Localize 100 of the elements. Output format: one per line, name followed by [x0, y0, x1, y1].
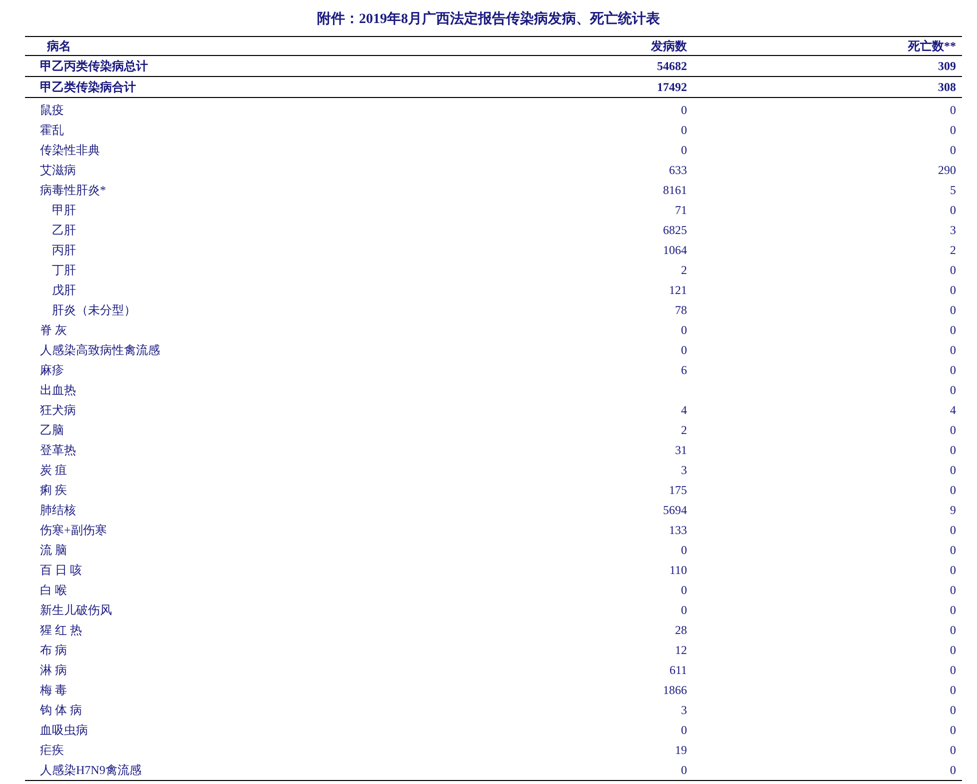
death-count: 5: [950, 182, 956, 199]
case-count: 28: [675, 622, 687, 639]
case-count: 110: [669, 562, 687, 579]
case-count: 19: [675, 742, 687, 759]
death-count: 3: [950, 222, 956, 239]
column-header: 病名: [46, 38, 71, 55]
death-count: 0: [950, 202, 956, 219]
death-count: 309: [938, 58, 956, 75]
case-count: 0: [681, 542, 687, 559]
case-count: 6825: [663, 222, 687, 239]
case-count: 0: [681, 122, 687, 139]
table-title: 附件：2019年8月广西法定报告传染病发病、死亡统计表: [317, 10, 660, 29]
disease-name: 甲乙丙类传染病总计: [39, 58, 148, 75]
death-count: 0: [950, 542, 956, 559]
disease-name: 艾滋病: [39, 162, 76, 179]
case-count: 611: [669, 662, 687, 679]
death-count: 0: [950, 562, 956, 579]
death-count: 0: [950, 722, 956, 739]
death-count: 0: [950, 582, 956, 599]
disease-name: 血吸虫病: [39, 722, 88, 739]
column-header: 发病数: [651, 38, 687, 55]
disease-name: 肝炎（未分型）: [51, 302, 136, 319]
case-count: 0: [681, 762, 687, 779]
death-count: 9: [950, 502, 956, 519]
disease-name: 疟疾: [39, 742, 64, 759]
disease-name: 伤寒+副伤寒: [39, 522, 107, 539]
disease-name: 乙肝: [51, 222, 76, 239]
disease-name: 出血热: [39, 382, 76, 399]
case-count: 1866: [663, 682, 687, 699]
case-count: 0: [681, 102, 687, 119]
death-count: 0: [950, 262, 956, 279]
column-header: 死亡数**: [908, 38, 956, 55]
case-count: 12: [675, 642, 687, 659]
disease-name: 猩 红 热: [39, 622, 82, 639]
case-count: 6: [681, 362, 687, 379]
case-count: 5694: [663, 502, 687, 519]
disease-name: 甲乙类传染病合计: [39, 79, 136, 96]
death-count: 0: [950, 622, 956, 639]
case-count: 17492: [657, 79, 687, 96]
disease-name: 人感染高致病性禽流感: [39, 342, 160, 359]
death-count: 0: [950, 482, 956, 499]
case-count: 8161: [663, 182, 687, 199]
disease-name: 肺结核: [39, 502, 76, 519]
disease-name: 甲肝: [51, 202, 76, 219]
case-count: 2: [681, 262, 687, 279]
death-count: 0: [950, 762, 956, 779]
death-count: 0: [950, 122, 956, 139]
disease-name: 布 病: [39, 642, 67, 659]
death-count: 308: [938, 79, 956, 96]
case-count: 0: [681, 602, 687, 619]
case-count: 121: [669, 282, 687, 299]
death-count: 0: [950, 642, 956, 659]
disease-name: 丙肝: [51, 242, 76, 259]
disease-name: 乙脑: [39, 422, 64, 439]
case-count: 2: [681, 422, 687, 439]
disease-name: 新生儿破伤风: [39, 602, 112, 619]
case-count: 0: [681, 582, 687, 599]
disease-name: 淋 病: [39, 662, 67, 679]
disease-name: 狂犬病: [39, 402, 76, 419]
death-count: 2: [950, 242, 956, 259]
death-count: 0: [950, 682, 956, 699]
case-count: 0: [681, 142, 687, 159]
case-count: 1064: [663, 242, 687, 259]
death-count: 0: [950, 342, 956, 359]
case-count: 133: [669, 522, 687, 539]
case-count: 54682: [657, 58, 687, 75]
death-count: 0: [950, 462, 956, 479]
disease-name: 传染性非典: [39, 142, 100, 159]
death-count: 0: [950, 302, 956, 319]
disease-name: 梅 毒: [39, 682, 67, 699]
case-count: 4: [681, 402, 687, 419]
case-count: 3: [681, 702, 687, 719]
death-count: 0: [950, 442, 956, 459]
disease-name: 炭 疽: [39, 462, 67, 479]
disease-name: 白 喉: [39, 582, 67, 599]
death-count: 0: [950, 662, 956, 679]
case-count: 0: [681, 322, 687, 339]
disease-name: 人感染H7N9禽流感: [39, 762, 142, 779]
death-count: 0: [950, 322, 956, 339]
disease-name: 鼠疫: [39, 102, 64, 119]
disease-name: 脊 灰: [39, 322, 67, 339]
case-count: 0: [681, 722, 687, 739]
disease-name: 戊肝: [51, 282, 76, 299]
case-count: 31: [675, 442, 687, 459]
death-count: 0: [950, 422, 956, 439]
case-count: 71: [675, 202, 687, 219]
disease-name: 霍乱: [39, 122, 64, 139]
death-count: 290: [938, 162, 956, 179]
death-count: 0: [950, 522, 956, 539]
disease-name: 登革热: [39, 442, 76, 459]
disease-name: 痢 疾: [39, 482, 67, 499]
death-count: 0: [950, 282, 956, 299]
disease-name: 百 日 咳: [39, 562, 82, 579]
disease-name: 丁肝: [51, 262, 76, 279]
case-count: 3: [681, 462, 687, 479]
death-count: 0: [950, 142, 956, 159]
case-count: 175: [669, 482, 687, 499]
death-count: 0: [950, 382, 956, 399]
disease-name: 流 脑: [39, 542, 67, 559]
disease-name: 麻疹: [39, 362, 64, 379]
